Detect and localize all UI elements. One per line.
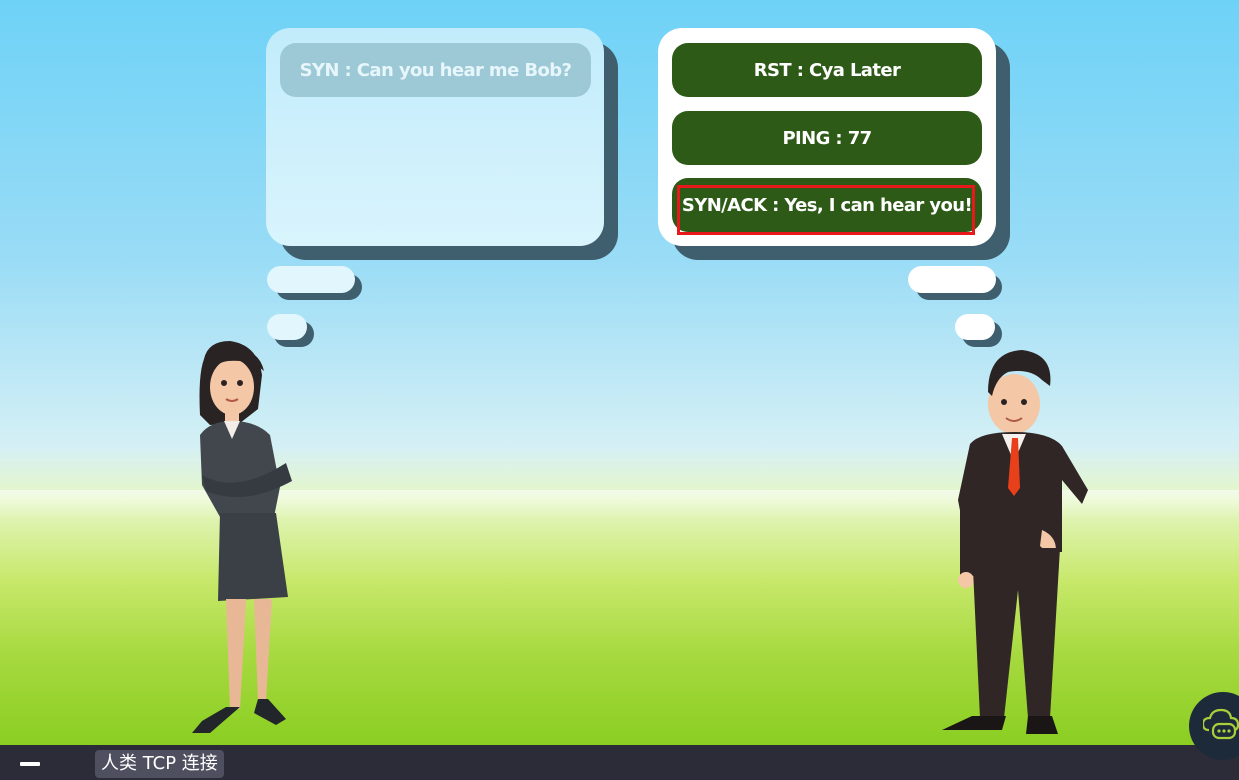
option-ping-button[interactable]: PING : 77 [672,111,982,165]
left-message-pill: SYN : Can you hear me Bob? [280,43,591,97]
option-rst-button[interactable]: RST : Cya Later [672,43,982,97]
window-title: 人类 TCP 连接 [95,750,224,778]
alice-character [192,341,292,733]
left-thought-cloud-1 [267,266,355,293]
game-scene: SYN : Can you hear me Bob? RST : Cya Lat… [0,0,1239,745]
minimize-icon[interactable] [20,762,40,766]
chat-cloud-icon [1203,708,1239,740]
bob-character [942,350,1088,734]
option-synack-button[interactable]: SYN/ACK : Yes, I can hear you! [672,178,982,232]
right-thought-cloud-2 [955,314,995,340]
right-thought-cloud-1 [908,266,996,293]
